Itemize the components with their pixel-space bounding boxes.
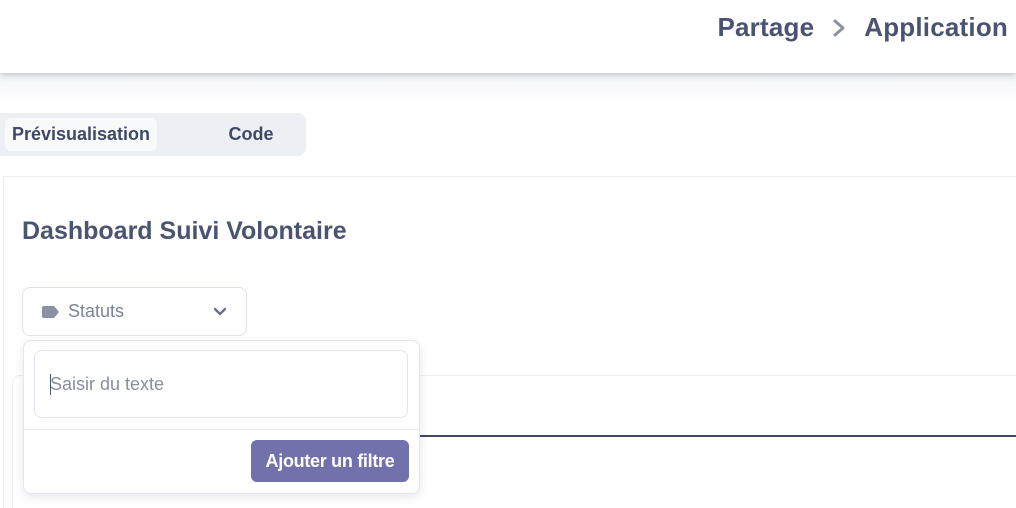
chevron-right-icon xyxy=(826,15,852,41)
status-filter-label: Statuts xyxy=(68,301,125,321)
popover-divider xyxy=(24,429,419,430)
breadcrumb-item-partage[interactable]: Partage xyxy=(717,12,814,43)
top-bar: Partage Application xyxy=(0,0,1016,73)
card-heading-underline xyxy=(400,435,1016,437)
tab-preview[interactable]: Prévisualisation xyxy=(5,118,157,151)
dashboard-title: Dashboard Suivi Volontaire xyxy=(22,217,347,245)
filter-popover: Ajouter un filtre xyxy=(23,340,420,494)
breadcrumb-item-application: Application xyxy=(864,12,1008,42)
chevron-down-icon xyxy=(212,305,228,319)
add-filter-button[interactable]: Ajouter un filtre xyxy=(251,440,409,482)
tab-code[interactable]: Code xyxy=(196,118,306,151)
tag-icon xyxy=(42,305,60,319)
breadcrumb: Partage Application xyxy=(717,12,1008,43)
filter-text-input[interactable] xyxy=(34,350,408,418)
text-cursor xyxy=(50,374,51,395)
view-tabs: Prévisualisation Code xyxy=(0,113,306,156)
status-filter-select[interactable]: Statuts xyxy=(22,287,247,336)
